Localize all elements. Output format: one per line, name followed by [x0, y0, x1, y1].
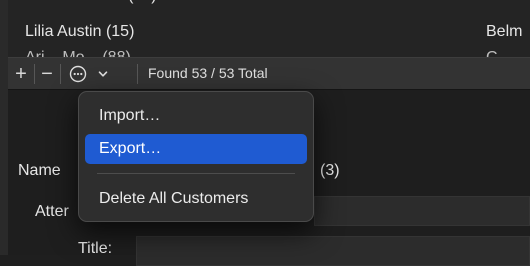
customer-name: Ari... Mo... (88)	[25, 46, 131, 57]
customer-name: Lotha Monroe (12)	[25, 0, 157, 8]
customer-name: Lilia Austin (15)	[25, 23, 135, 40]
menu-item-delete-all-customers[interactable]: Delete All Customers	[85, 184, 307, 214]
remove-button[interactable]: −	[38, 62, 56, 85]
menu-item-export[interactable]: Export…	[85, 134, 307, 164]
list-row[interactable]: Lilia Austin (15) Belm	[8, 20, 530, 44]
toolbar-divider	[137, 64, 138, 84]
attendees-label: Atter	[35, 203, 69, 220]
menu-item-label: Delete All Customers	[99, 190, 249, 207]
list-toolbar: + − Found 53 / 53 Total	[8, 57, 530, 90]
menu-divider	[97, 173, 295, 174]
title-field[interactable]	[136, 236, 530, 266]
plus-icon: +	[15, 62, 27, 85]
ellipsis-circle-icon	[69, 65, 86, 83]
toolbar-divider	[34, 64, 35, 84]
toolbar-divider	[60, 64, 61, 84]
list-row[interactable]: Lotha Monroe (12) Alle	[8, 0, 530, 8]
minus-icon: −	[41, 62, 53, 85]
attendees-field[interactable]	[314, 196, 530, 226]
menu-item-import[interactable]: Import…	[85, 101, 307, 131]
customer-city: C...	[486, 46, 511, 57]
menu-item-label: Export…	[99, 140, 162, 157]
chevron-down-icon	[98, 71, 107, 77]
more-actions-menu: Import… Export… Delete All Customers	[78, 91, 314, 222]
name-label: Name	[18, 162, 61, 179]
count-label: (3)	[320, 162, 340, 179]
list-row[interactable]: Ari... Mo... (88) C...	[8, 46, 530, 57]
window-left-edge	[0, 0, 8, 255]
title-label: Title:	[78, 240, 113, 257]
customer-list[interactable]: Lotha Monroe (12) Alle Lilia Austin (15)…	[8, 0, 530, 57]
menu-item-label: Import…	[99, 107, 161, 124]
add-button[interactable]: +	[12, 62, 30, 85]
customer-city: Belm	[486, 23, 523, 40]
found-count-label: Found 53 / 53 Total	[148, 65, 268, 81]
more-actions-button[interactable]	[64, 64, 112, 84]
customer-city: Alle	[486, 0, 513, 8]
